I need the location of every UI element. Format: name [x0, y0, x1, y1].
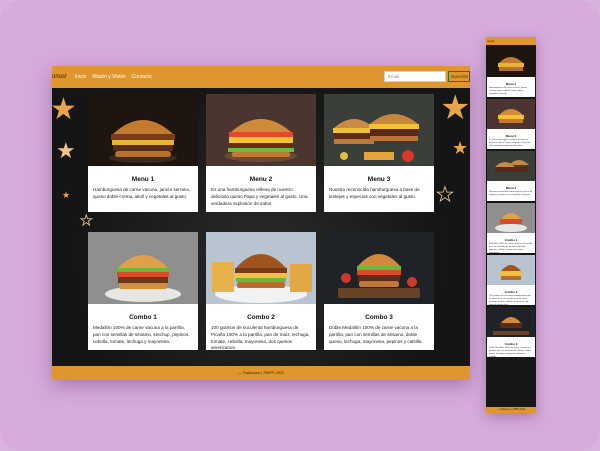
star-icon: ★: [440, 89, 470, 127]
star-outline-icon: ★: [436, 184, 455, 207]
card-description: Hamburguesa de carne vacuna, jamón serra…: [93, 187, 191, 199]
nav-link-inicio[interactable]: Inicio: [75, 74, 87, 80]
menu-card[interactable]: Menu 2 Es una hamburguesa rellena de nue…: [206, 94, 316, 212]
nav-links: Inicio Misión y Visión Contacto: [75, 74, 152, 80]
card-description: 100 gramos de suculenta hamburguesa de P…: [489, 295, 531, 305]
card-title: Combo 1: [129, 314, 157, 321]
mobile-card[interactable]: Menu 3 Nuestra reconocida hamburguesa a …: [487, 151, 535, 201]
burger-image: [88, 232, 198, 304]
burger-image: [324, 94, 434, 166]
card-description: Hamburguesa de carne vacuna, jamón serra…: [489, 87, 527, 95]
mobile-preview: onos! Menu 1 Hamburguesa de carne vacuna…: [486, 37, 536, 413]
content-area: ★ ★ ★ ★ ★ ★ ★ ★ Menu 1 Hamburgue: [52, 88, 470, 366]
desktop-preview: onos! Inicio Misión y Visión Contacto Em…: [52, 66, 470, 380]
burger-image: [487, 151, 535, 181]
mobile-card[interactable]: Menu 2 Es una hamburguesa rellena de nue…: [487, 99, 535, 149]
card-description: Es una hamburguesa rellena de nuestro de…: [489, 139, 531, 147]
burger-image: [487, 255, 535, 285]
burger-image: [206, 94, 316, 166]
star-icon: ★: [452, 138, 469, 158]
menu-card[interactable]: Menu 1 Hamburguesa de carne vacuna, jamó…: [88, 94, 198, 212]
combo-card[interactable]: Combo 2 100 gramos de suculenta hamburgu…: [206, 232, 316, 350]
burger-image: [487, 307, 535, 337]
footer: — Todoonos | ©BPP-2022: [52, 366, 470, 380]
nav-link-mision[interactable]: Misión y Visión: [92, 74, 125, 80]
brand-logo[interactable]: onos!: [52, 74, 67, 80]
card-description: Nuestra reconocida hamburguesa a base de…: [329, 187, 420, 199]
card-title: Combo 2: [247, 314, 275, 321]
star-icon: ★: [56, 138, 76, 163]
mobile-card[interactable]: Combo 1 Medallón 100% de carne vacuna a …: [487, 203, 535, 253]
card-title: Menu 1: [131, 176, 155, 183]
card-description: Medallón 100% de carne vacuna a la parri…: [93, 325, 190, 344]
card-description: Doble Medallón 100% de carne vacuna a la…: [329, 325, 423, 344]
mobile-card[interactable]: Combo 2 100 gramos de suculenta hamburgu…: [487, 255, 535, 305]
star-icon: ★: [62, 190, 71, 200]
burger-image: [324, 232, 434, 304]
burger-image: [487, 203, 535, 233]
nav-link-contacto[interactable]: Contacto: [132, 74, 152, 80]
card-title: Menu 2: [249, 176, 273, 183]
burger-image: [88, 94, 198, 166]
combo-card[interactable]: Combo 1 Medallón 100% de carne vacuna a …: [88, 232, 198, 350]
mobile-card[interactable]: Menu 1 Hamburguesa de carne vacuna, jamó…: [487, 47, 535, 97]
menu-card[interactable]: Menu 3 Nuestra reconocida hamburguesa a …: [324, 94, 434, 212]
burger-image: [487, 47, 535, 77]
burger-image: [487, 99, 535, 129]
navbar: onos! Inicio Misión y Visión Contacto Em…: [52, 66, 470, 88]
card-description: Es una hamburguesa rellena de nuestro de…: [211, 187, 308, 206]
email-input[interactable]: Email: [384, 71, 446, 82]
star-outline-icon: ★: [80, 212, 93, 229]
burger-image: [206, 232, 316, 304]
card-description: 100 gramos de suculenta hamburguesa de P…: [211, 325, 310, 350]
star-icon: ★: [52, 93, 77, 126]
subscribe-button[interactable]: Suscribir: [448, 71, 470, 82]
card-description: Nuestra reconocida hamburguesa a base de…: [489, 191, 533, 196]
mobile-navbar[interactable]: onos!: [486, 37, 536, 45]
card-title: Menu 3: [367, 176, 391, 183]
mockup-frame: onos! Inicio Misión y Visión Contacto Em…: [0, 0, 600, 451]
card-title: Combo 3: [365, 314, 393, 321]
card-description: Doble Medallón 100% de carne vacuna a la…: [489, 347, 532, 357]
combo-card[interactable]: Combo 3 Doble Medallón 100% de carne vac…: [324, 232, 434, 350]
mobile-footer: — Todoonos | ©BPP-2022: [486, 407, 536, 413]
mobile-card[interactable]: Combo 3 Doble Medallón 100% de carne vac…: [487, 307, 535, 357]
card-description: Medallón 100% de carne vacuna a la parri…: [489, 243, 533, 253]
